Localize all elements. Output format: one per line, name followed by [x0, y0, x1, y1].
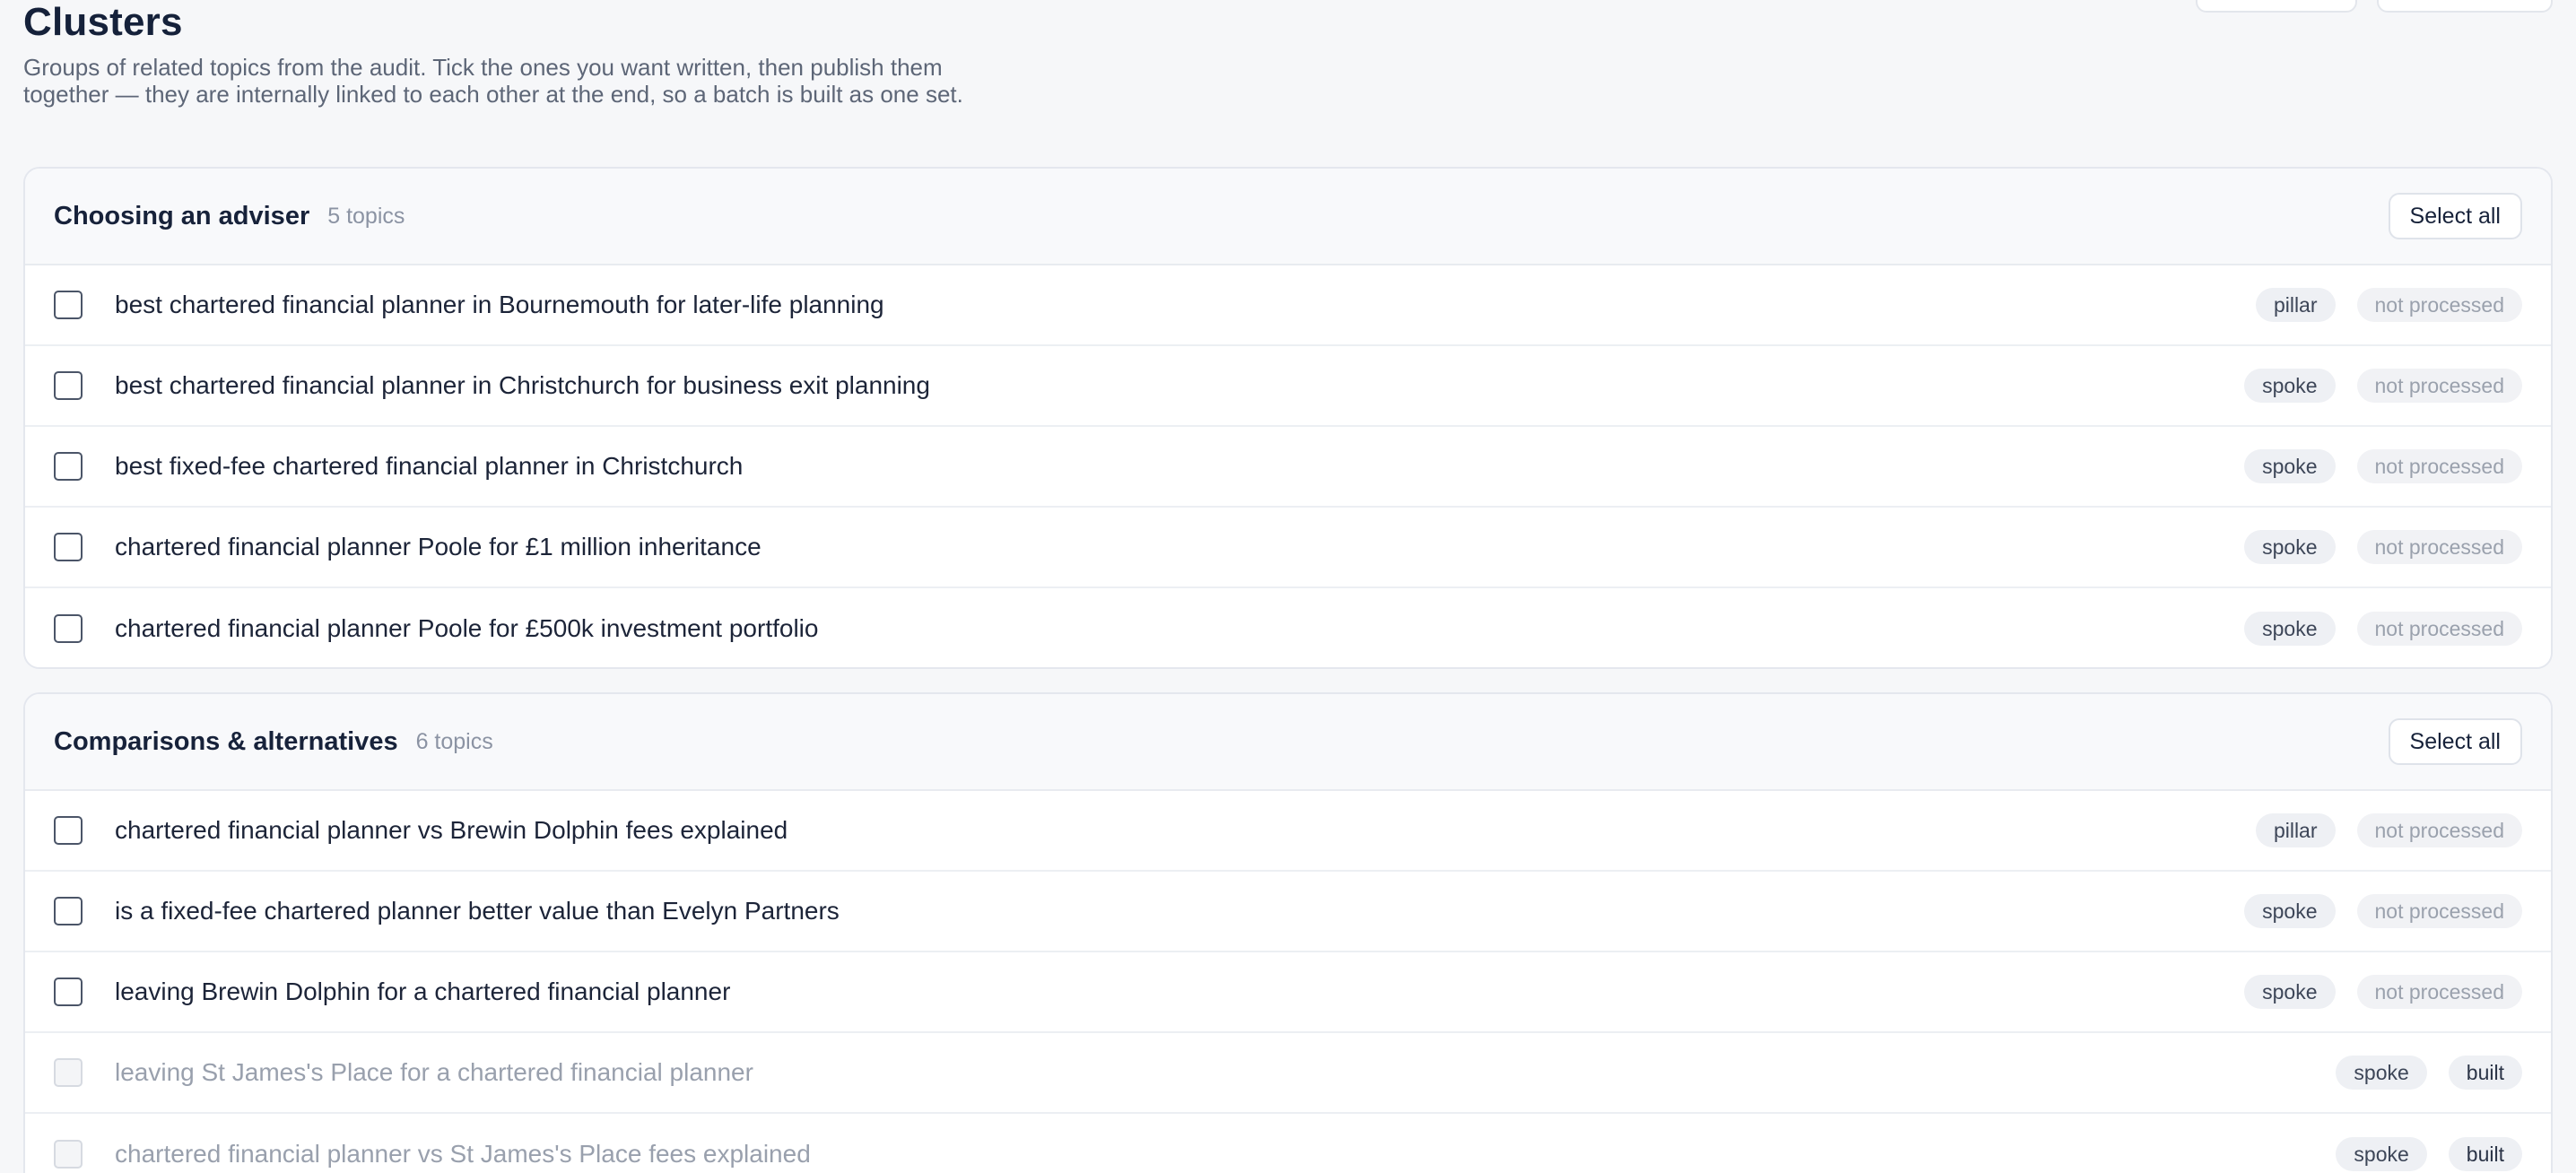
topic-checkbox[interactable] — [54, 816, 83, 845]
topic-label: chartered financial planner Poole for £5… — [115, 614, 819, 642]
topic-row: chartered financial planner vs St James'… — [25, 1114, 2551, 1173]
topic-badges: pillar not processed — [2255, 288, 2522, 322]
status-badge: not processed — [2356, 288, 2522, 322]
page-description: Groups of related topics from the audit.… — [23, 54, 963, 108]
role-badge: spoke — [2336, 1056, 2427, 1090]
cluster-header: Choosing an adviser 5 topics Select all — [25, 169, 2551, 265]
topic-row[interactable]: best fixed-fee chartered financial plann… — [25, 427, 2551, 508]
topic-label: best chartered financial planner in Bour… — [115, 291, 884, 318]
topic-badges: pillar not processed — [2255, 813, 2522, 847]
topic-row[interactable]: chartered financial planner Poole for £1… — [25, 508, 2551, 588]
topic-badges: spoke not processed — [2244, 612, 2522, 646]
top-actions — [2196, 0, 2553, 13]
role-badge: pillar — [2255, 288, 2336, 322]
topic-badges: spoke not processed — [2244, 975, 2522, 1009]
topic-label: best chartered financial planner in Chri… — [115, 371, 930, 399]
topic-badges: spoke not processed — [2244, 369, 2522, 403]
cluster-card: Choosing an adviser 5 topics Select all … — [23, 167, 2553, 669]
status-badge: built — [2448, 1137, 2522, 1171]
topic-label: chartered financial planner Poole for £1… — [115, 533, 761, 560]
topic-label: is a fixed-fee chartered planner better … — [115, 897, 840, 925]
topic-checkbox[interactable] — [54, 614, 83, 643]
status-badge: not processed — [2356, 369, 2522, 403]
cluster-name: Comparisons & alternatives — [54, 726, 398, 756]
role-badge: spoke — [2244, 449, 2336, 483]
role-badge: spoke — [2244, 369, 2336, 403]
role-badge: spoke — [2336, 1137, 2427, 1171]
topic-row[interactable]: chartered financial planner vs Brewin Do… — [25, 791, 2551, 872]
select-all-button[interactable]: Select all — [2388, 718, 2522, 765]
status-badge: not processed — [2356, 813, 2522, 847]
topic-checkbox — [54, 1058, 83, 1087]
cluster-card: Comparisons & alternatives 6 topics Sele… — [23, 692, 2553, 1173]
topic-row[interactable]: chartered financial planner Poole for £5… — [25, 588, 2551, 667]
status-badge: built — [2448, 1056, 2522, 1090]
topic-row[interactable]: leaving Brewin Dolphin for a chartered f… — [25, 952, 2551, 1033]
topic-row[interactable]: is a fixed-fee chartered planner better … — [25, 872, 2551, 952]
topic-label: leaving Brewin Dolphin for a chartered f… — [115, 978, 731, 1005]
status-badge: not processed — [2356, 530, 2522, 564]
status-badge: not processed — [2356, 894, 2522, 928]
topic-checkbox[interactable] — [54, 291, 83, 319]
topic-checkbox[interactable] — [54, 533, 83, 561]
role-badge: spoke — [2244, 530, 2336, 564]
topic-label: chartered financial planner vs Brewin Do… — [115, 816, 788, 844]
topic-checkbox[interactable] — [54, 371, 83, 400]
role-badge: spoke — [2244, 975, 2336, 1009]
page-title: Clusters — [23, 0, 183, 44]
topic-badges: spoke not processed — [2244, 894, 2522, 928]
top-action-button-1[interactable] — [2196, 0, 2357, 13]
cluster-topic-count: 6 topics — [415, 728, 493, 754]
topic-row[interactable]: best chartered financial planner in Bour… — [25, 265, 2551, 346]
topic-checkbox[interactable] — [54, 978, 83, 1006]
role-badge: spoke — [2244, 612, 2336, 646]
status-badge: not processed — [2356, 449, 2522, 483]
status-badge: not processed — [2356, 975, 2522, 1009]
topic-badges: spoke built — [2336, 1056, 2522, 1090]
topic-label: best fixed-fee chartered financial plann… — [115, 452, 744, 480]
role-badge: pillar — [2255, 813, 2336, 847]
cluster-topic-count: 5 topics — [327, 203, 405, 229]
topic-label: chartered financial planner vs St James'… — [115, 1140, 811, 1168]
topic-row[interactable]: best chartered financial planner in Chri… — [25, 346, 2551, 427]
cluster-header: Comparisons & alternatives 6 topics Sele… — [25, 694, 2551, 791]
topic-badges: spoke not processed — [2244, 530, 2522, 564]
topic-row: leaving St James's Place for a chartered… — [25, 1033, 2551, 1114]
clusters-page: Clusters Groups of related topics from t… — [0, 0, 2576, 1173]
role-badge: spoke — [2244, 894, 2336, 928]
cluster-name: Choosing an adviser — [54, 201, 310, 230]
status-badge: not processed — [2356, 612, 2522, 646]
select-all-button[interactable]: Select all — [2388, 193, 2522, 239]
topic-badges: spoke built — [2336, 1137, 2522, 1171]
top-action-button-2[interactable] — [2377, 0, 2553, 13]
topic-checkbox[interactable] — [54, 897, 83, 925]
topic-label: leaving St James's Place for a chartered… — [115, 1058, 753, 1086]
topic-checkbox — [54, 1140, 83, 1169]
topic-checkbox[interactable] — [54, 452, 83, 481]
topic-badges: spoke not processed — [2244, 449, 2522, 483]
